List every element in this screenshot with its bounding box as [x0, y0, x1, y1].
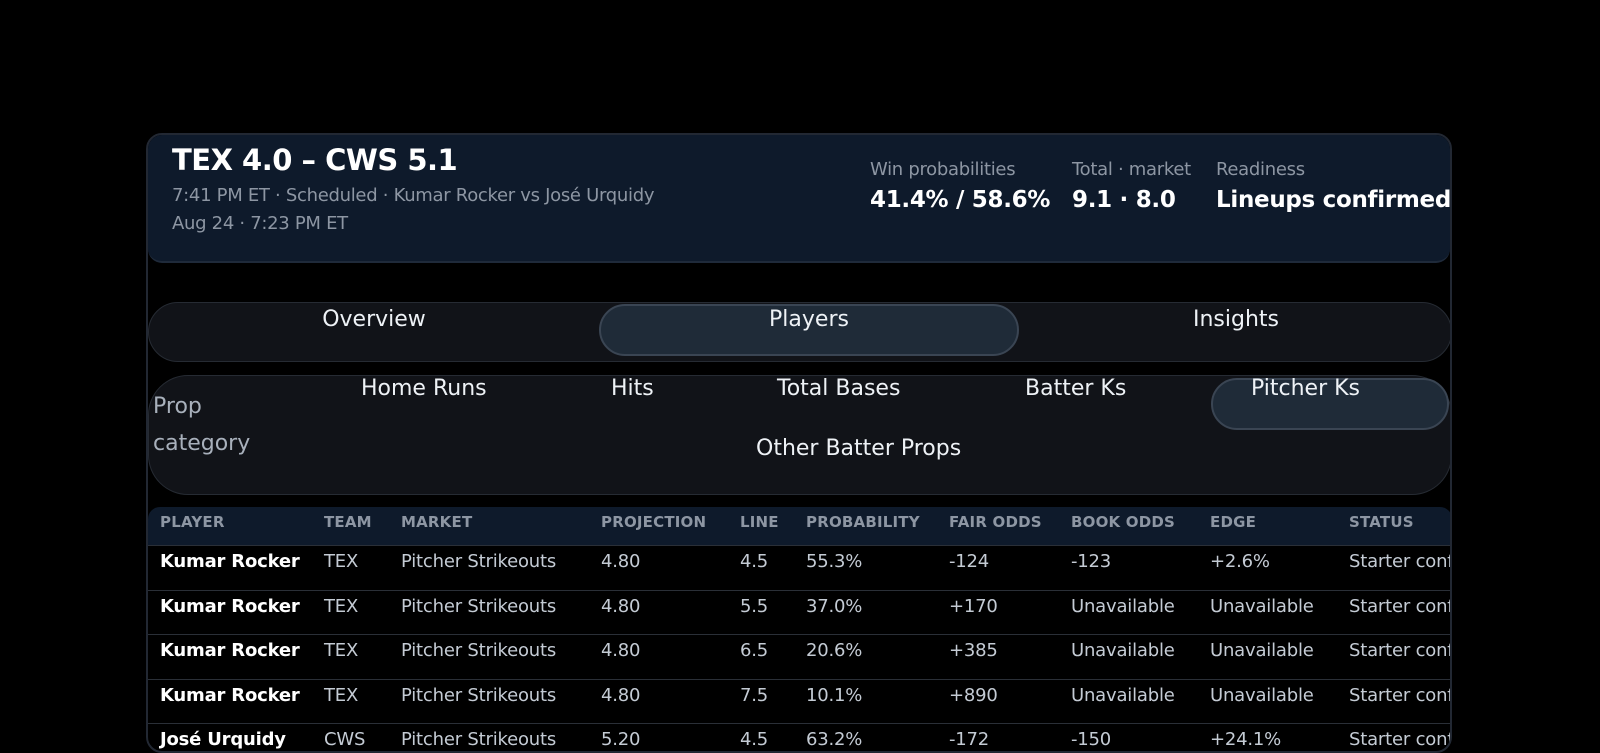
tab-overview[interactable]: Overview — [149, 303, 599, 359]
prop-chip-total-bases[interactable]: Total Bases — [777, 376, 900, 401]
prop-category-label: Prop category — [153, 394, 251, 456]
game-status-line: 7:41 PM ET · Scheduled · Kumar Rocker vs… — [172, 185, 655, 206]
table-row[interactable]: José Urquidy CWS Pitcher Strikeouts 5.20 4.5… — [148, 723, 1452, 751]
cell-fair-odds: -172 — [949, 729, 990, 750]
cell-team: TEX — [324, 684, 359, 706]
cell-edge: Unavailable — [1210, 595, 1314, 617]
game-date-line: Aug 24 · 7:23 PM ET — [172, 213, 348, 234]
cell-line: 6.5 — [740, 640, 769, 661]
cell-player: José Urquidy — [160, 729, 286, 750]
table-row[interactable]: Kumar Rocker TEX Pitcher Strikeouts 4.80 5.5… — [148, 589, 1452, 635]
cell-edge: +2.6% — [1210, 551, 1270, 572]
readiness-value: Lineups confirmed — [1216, 187, 1452, 213]
cell-team: TEX — [324, 595, 359, 617]
prop-chip-other-batter-props[interactable]: Other Batter Props — [756, 436, 961, 461]
cell-status: Starter confirmed — [1349, 595, 1452, 617]
cell-fair-odds: +385 — [949, 640, 998, 661]
cell-projection: 4.80 — [601, 595, 641, 617]
column-header-probability[interactable]: PROBABILITY — [806, 513, 920, 531]
game-header: TEX 4.0 – CWS 5.1 7:41 PM ET · Scheduled… — [148, 135, 1450, 263]
game-score: TEX 4.0 – CWS 5.1 — [172, 143, 458, 177]
column-header-fair-odds[interactable]: FAIR ODDS — [949, 513, 1042, 531]
column-header-market[interactable]: MARKET — [401, 513, 472, 531]
column-header-status[interactable]: STATUS — [1349, 513, 1414, 531]
total-market-value: 9.1 · 8.0 — [1072, 187, 1176, 213]
game-card: TEX 4.0 – CWS 5.1 7:41 PM ET · Scheduled… — [146, 133, 1452, 753]
column-header-projection[interactable]: PROJECTION — [601, 513, 706, 531]
cell-book-odds: Unavailable — [1071, 640, 1175, 661]
tab-insights[interactable]: Insights — [1019, 303, 1450, 359]
prop-chip-pitcher-ks[interactable]: Pitcher Ks — [1251, 376, 1360, 401]
cell-edge: +24.1% — [1210, 729, 1282, 750]
column-header-team[interactable]: TEAM — [324, 513, 372, 531]
prop-chip-batter-ks[interactable]: Batter Ks — [1025, 376, 1126, 401]
cell-player: Kumar Rocker — [160, 684, 300, 706]
prop-chip-hits[interactable]: Hits — [611, 376, 654, 401]
cell-line: 4.5 — [740, 551, 769, 572]
cell-edge: Unavailable — [1210, 640, 1314, 661]
win-probabilities-value: 41.4% / 58.6% — [870, 187, 1051, 213]
cell-fair-odds: -124 — [949, 551, 990, 572]
tab-players[interactable]: Players — [599, 303, 1019, 359]
table-row[interactable]: Kumar Rocker TEX Pitcher Strikeouts 4.80 7.5… — [148, 678, 1452, 724]
cell-edge: Unavailable — [1210, 684, 1314, 706]
cell-player: Kumar Rocker — [160, 595, 300, 617]
readiness-label: Readiness — [1216, 159, 1305, 180]
cell-projection: 5.20 — [601, 729, 641, 750]
cell-book-odds: Unavailable — [1071, 595, 1175, 617]
table-row[interactable]: Kumar Rocker TEX Pitcher Strikeouts 4.80 6.5… — [148, 634, 1452, 679]
cell-line: 4.5 — [740, 729, 769, 750]
cell-line: 5.5 — [740, 595, 769, 617]
table-row[interactable]: Kumar Rocker TEX Pitcher Strikeouts 4.80 4.5… — [148, 545, 1452, 590]
cell-line: 7.5 — [740, 684, 769, 706]
cell-market: Pitcher Strikeouts — [401, 640, 557, 661]
cell-probability: 37.0% — [806, 595, 863, 617]
cell-player: Kumar Rocker — [160, 640, 300, 661]
cell-status: Starter confirmed — [1349, 729, 1452, 750]
cell-status: Starter confirmed — [1349, 551, 1452, 572]
column-header-player[interactable]: PLAYER — [160, 513, 225, 531]
cell-book-odds: -123 — [1071, 551, 1112, 572]
cell-probability: 63.2% — [806, 729, 863, 750]
table-header: PLAYER TEAM MARKET PROJECTION LINE PROBA… — [148, 507, 1450, 545]
win-probabilities-label: Win probabilities — [870, 159, 1016, 180]
column-header-line[interactable]: LINE — [740, 513, 779, 531]
cell-team: TEX — [324, 551, 359, 572]
cell-player: Kumar Rocker — [160, 551, 300, 572]
cell-status: Starter confirmed — [1349, 684, 1452, 706]
total-market-label: Total · market — [1072, 159, 1191, 180]
column-header-edge[interactable]: EDGE — [1210, 513, 1256, 531]
cell-fair-odds: +170 — [949, 595, 998, 617]
cell-market: Pitcher Strikeouts — [401, 551, 557, 572]
cell-market: Pitcher Strikeouts — [401, 684, 557, 706]
cell-team: TEX — [324, 640, 359, 661]
cell-projection: 4.80 — [601, 551, 641, 572]
cell-team: CWS — [324, 729, 366, 750]
cell-book-odds: -150 — [1071, 729, 1112, 750]
cell-market: Pitcher Strikeouts — [401, 729, 557, 750]
cell-book-odds: Unavailable — [1071, 684, 1175, 706]
cell-probability: 55.3% — [806, 551, 863, 572]
prop-chip-home-runs[interactable]: Home Runs — [361, 376, 487, 401]
cell-projection: 4.80 — [601, 640, 641, 661]
column-header-book-odds[interactable]: BOOK ODDS — [1071, 513, 1175, 531]
main-tabs: Overview Players Insights — [148, 302, 1450, 362]
cell-projection: 4.80 — [601, 684, 641, 706]
cell-status: Starter confirmed — [1349, 640, 1452, 661]
cell-probability: 10.1% — [806, 684, 863, 706]
cell-probability: 20.6% — [806, 640, 863, 661]
cell-fair-odds: +890 — [949, 684, 998, 706]
cell-market: Pitcher Strikeouts — [401, 595, 557, 617]
prop-category-selector: Prop category Home Runs Hits Total Bases… — [148, 375, 1450, 495]
